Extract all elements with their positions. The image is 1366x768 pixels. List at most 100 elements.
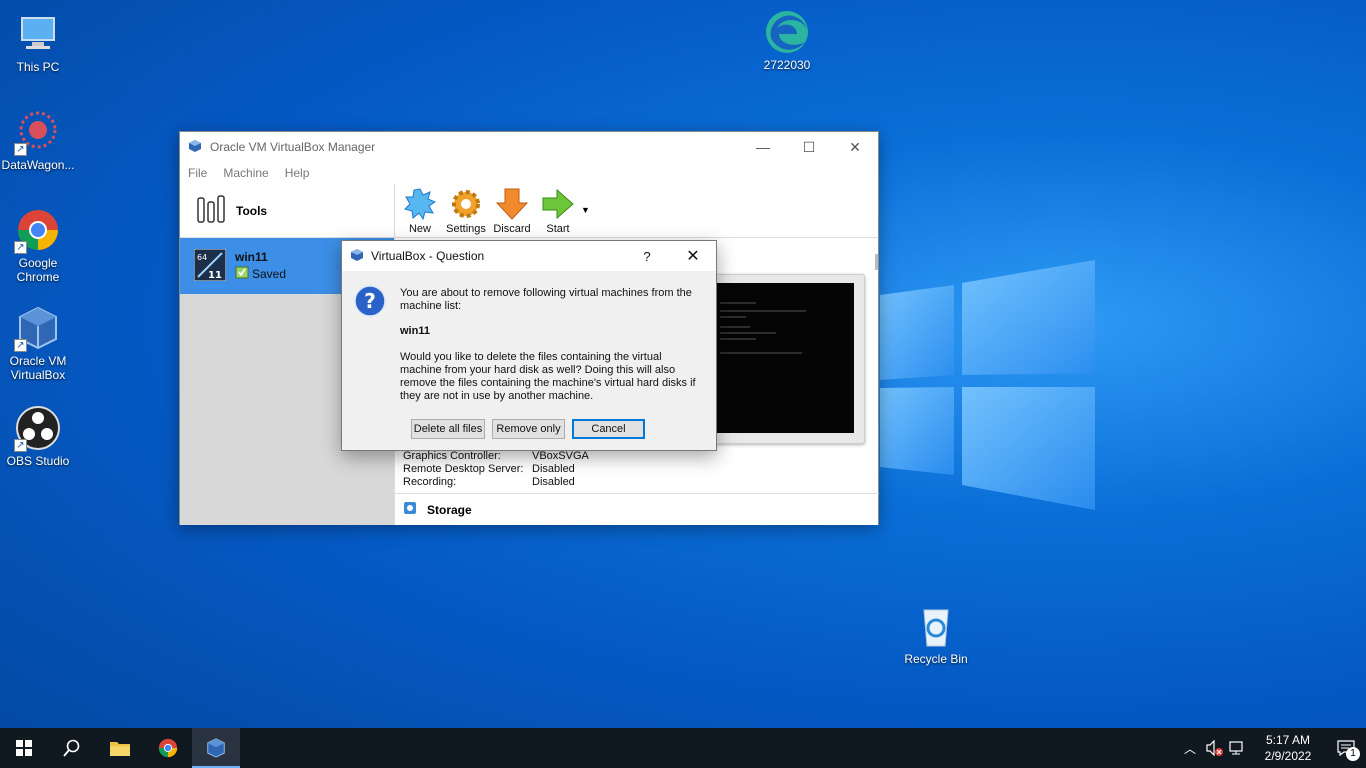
taskbar-chrome[interactable] <box>144 728 192 768</box>
discard-button[interactable]: Discard <box>489 187 535 237</box>
desktop-icon-label: OBS Studio <box>6 454 70 468</box>
detail-key: Graphics Controller: <box>403 450 501 462</box>
taskbar-file-explorer[interactable] <box>96 728 144 768</box>
discard-arrow-icon <box>495 188 529 220</box>
os-badge-bottom: 11 <box>208 270 222 281</box>
details-scrollbar[interactable] <box>875 254 878 270</box>
edge-icon <box>763 8 811 56</box>
question-dialog: VirtualBox - Question ? ✕ ? You are abou… <box>341 240 717 451</box>
dialog-vm-name: win11 <box>400 325 430 337</box>
delete-all-files-button[interactable]: Delete all files <box>411 419 485 439</box>
dialog-titlebar[interactable]: VirtualBox - Question ? ✕ <box>342 241 716 271</box>
new-button[interactable]: New <box>397 187 443 237</box>
storage-section-header[interactable]: Storage <box>395 493 879 525</box>
window-titlebar[interactable]: Oracle VM VirtualBox Manager — ☐ ✕ <box>180 132 878 162</box>
speaker-muted-icon <box>1206 740 1223 756</box>
search-icon <box>63 739 80 757</box>
clock[interactable]: 5:17 AM 2/9/2022 <box>1250 732 1326 764</box>
new-label: New <box>408 223 431 235</box>
network-icon <box>1229 741 1243 755</box>
dialog-title: VirtualBox - Question <box>371 249 485 263</box>
menu-file[interactable]: File <box>188 166 207 180</box>
desktop-icon-this-pc[interactable]: This PC <box>0 10 76 74</box>
chrome-icon <box>158 738 178 758</box>
saved-state-icon <box>235 266 249 282</box>
svg-text:?: ? <box>364 289 376 313</box>
desktop-icon-virtualbox[interactable]: ↗ Oracle VM VirtualBox <box>0 304 76 382</box>
vm-preview-screen <box>716 283 854 433</box>
question-icon: ? <box>354 285 386 321</box>
menu-machine[interactable]: Machine <box>223 166 268 180</box>
vm-state-label: Saved <box>252 267 287 281</box>
desktop-icon-chrome[interactable]: ↗ Google Chrome <box>0 206 76 284</box>
dialog-body: ? You are about to remove following virt… <box>342 271 716 403</box>
start-label: Start <box>546 223 570 235</box>
desktop-icon-datawagon[interactable]: ↗ DataWagon... <box>0 108 76 172</box>
menu-help[interactable]: Help <box>285 166 310 180</box>
virtualbox-app-icon <box>350 248 364 265</box>
settings-button[interactable]: Settings <box>443 187 489 237</box>
folder-icon <box>110 742 130 756</box>
desktop-icon-obs[interactable]: ↗ OBS Studio <box>0 404 76 468</box>
recycle-bin-icon <box>912 602 960 650</box>
system-tray: ︿ 5:17 AM 2/9/2022 1 <box>1178 728 1366 768</box>
detail-value: VBoxSVGA <box>532 450 589 462</box>
desktop-icon-edge[interactable]: 2722030 <box>749 8 825 72</box>
detail-key: Recording: <box>403 476 457 488</box>
detail-row: Remote Desktop Server: Disabled <box>403 463 589 476</box>
start-dropdown-button[interactable]: ▼ <box>581 183 595 237</box>
this-pc-icon <box>14 10 62 58</box>
chrome-icon: ↗ <box>14 206 62 254</box>
show-hidden-icons-button[interactable]: ︿ <box>1178 728 1202 768</box>
remove-only-button[interactable]: Remove only <box>492 419 565 439</box>
cancel-button[interactable]: Cancel <box>572 419 645 439</box>
shortcut-arrow-icon: ↗ <box>14 439 27 452</box>
shortcut-arrow-icon: ↗ <box>14 339 27 352</box>
chevron-up-icon: ︿ <box>1183 741 1196 756</box>
clock-date: 2/9/2022 <box>1264 749 1312 763</box>
start-menu-button[interactable] <box>0 728 48 768</box>
detail-value: Disabled <box>532 476 575 488</box>
tools-icon <box>194 192 228 229</box>
windows-wallpaper-logo <box>880 260 1095 510</box>
detail-row: Graphics Controller: VBoxSVGA <box>403 450 589 463</box>
virtualbox-icon: ↗ <box>14 304 62 352</box>
help-button[interactable]: ? <box>624 249 670 264</box>
taskbar-virtualbox[interactable] <box>192 728 240 768</box>
start-arrow-icon <box>542 188 574 220</box>
datawagon-icon: ↗ <box>14 108 62 156</box>
desktop-icon-label: Recycle Bin <box>904 652 968 666</box>
close-button[interactable]: ✕ <box>832 132 878 162</box>
maximize-button[interactable]: ☐ <box>786 132 832 162</box>
main-toolbar: New Settings Discard Start ▼ <box>395 184 878 238</box>
search-button[interactable] <box>48 728 96 768</box>
discard-label: Discard <box>493 223 531 235</box>
virtualbox-app-icon <box>188 139 202 156</box>
caret-down-icon: ▼ <box>581 205 590 215</box>
desktop-icon-label: This PC <box>16 60 60 74</box>
action-center-button[interactable]: 1 <box>1326 728 1366 768</box>
dialog-button-row: Delete all files Remove only Cancel <box>411 419 645 439</box>
menu-bar: File Machine Help <box>180 162 878 184</box>
gear-icon <box>452 190 480 218</box>
details-section: Graphics Controller: VBoxSVGA Remote Des… <box>403 450 589 489</box>
desktop-icon-label: DataWagon... <box>1 158 75 172</box>
shortcut-arrow-icon: ↗ <box>14 143 27 156</box>
notification-count-badge: 1 <box>1346 747 1360 761</box>
window-title: Oracle VM VirtualBox Manager <box>210 140 376 154</box>
windows11-os-icon: 64 11 <box>193 248 227 284</box>
desktop-icon-label: Google Chrome <box>16 256 60 284</box>
start-button[interactable]: Start <box>535 187 581 237</box>
obs-icon: ↗ <box>14 404 62 452</box>
volume-button[interactable] <box>1202 728 1226 768</box>
dialog-close-button[interactable]: ✕ <box>670 246 716 266</box>
dialog-message-1: You are about to remove following virtua… <box>400 287 692 312</box>
settings-label: Settings <box>446 223 486 235</box>
storage-icon <box>403 501 417 518</box>
desktop-icon-recycle-bin[interactable]: Recycle Bin <box>898 602 974 666</box>
tools-item[interactable]: Tools <box>180 184 394 238</box>
minimize-button[interactable]: — <box>740 132 786 162</box>
network-button[interactable] <box>1226 728 1250 768</box>
new-icon <box>404 188 437 221</box>
vm-state: Saved <box>235 266 286 282</box>
